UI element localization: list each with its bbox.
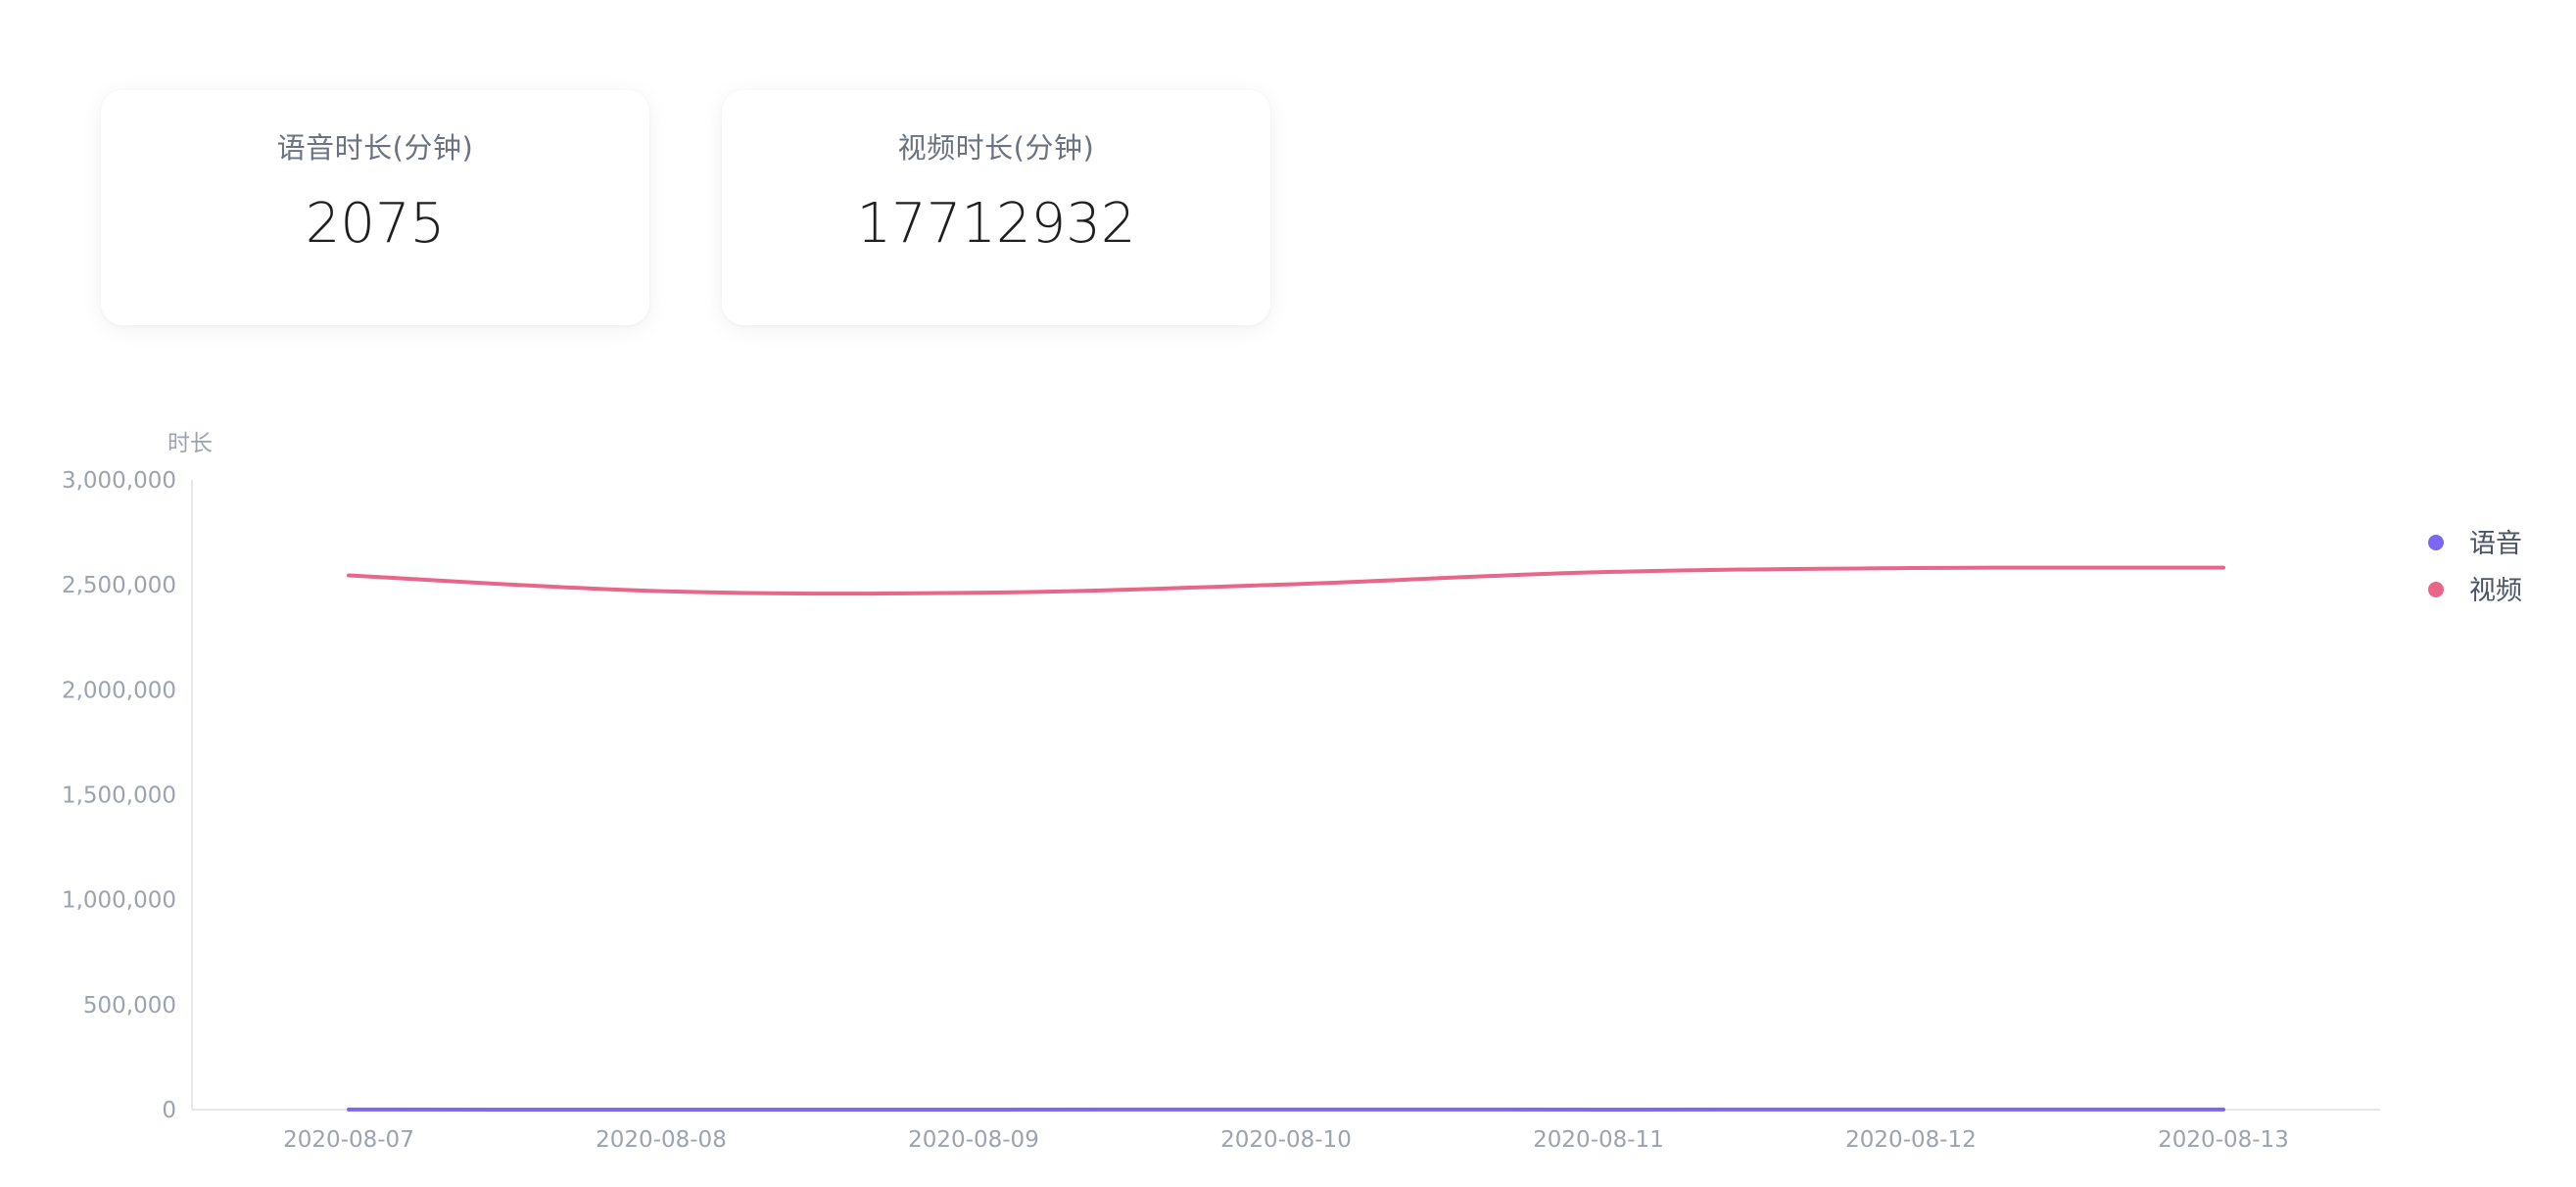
series-line-视频 xyxy=(347,565,2225,596)
dashboard-page: 语音时长(分钟) 2075 视频时长(分钟) 17712932 0 500,000… xyxy=(0,0,2576,1187)
y-tick-label: 500,000 xyxy=(83,993,176,1019)
x-tick-label: 2020-08-12 xyxy=(1845,1127,1977,1153)
y-tick-label: 0 xyxy=(162,1098,176,1123)
y-tick-label: 3,000,000 xyxy=(62,468,176,494)
x-tick-label: 2020-08-08 xyxy=(596,1127,727,1153)
x-tick-label: 2020-08-09 xyxy=(908,1127,1039,1153)
chart-legend[interactable]: 语音视频 xyxy=(2428,529,2522,606)
y-axis-title: 时长 xyxy=(167,431,213,456)
x-tick-label: 2020-08-11 xyxy=(1533,1127,1664,1153)
legend-marker xyxy=(2428,582,2444,597)
x-tick-label: 2020-08-10 xyxy=(1220,1127,1352,1153)
x-tick-label: 2020-08-13 xyxy=(2158,1127,2289,1153)
chart-axes: 0 500,000 1,000,000 1,500,000 2,000,000 2,500… xyxy=(62,431,2380,1153)
legend-label: 语音 xyxy=(2469,529,2522,559)
legend-label: 视频 xyxy=(2469,576,2522,606)
y-tick-label: 2,500,000 xyxy=(62,573,176,598)
duration-line-chart: 0 500,000 1,000,000 1,500,000 2,000,000 2,500… xyxy=(62,431,2522,1153)
chart-series xyxy=(347,565,2225,1112)
x-tick-label: 2020-08-07 xyxy=(283,1127,414,1153)
y-tick-label: 1,500,000 xyxy=(62,783,176,809)
legend-item[interactable]: 语音 xyxy=(2428,529,2522,559)
legend-marker xyxy=(2428,535,2444,550)
y-tick-label: 2,000,000 xyxy=(62,678,176,703)
y-tick-label: 1,000,000 xyxy=(62,888,176,914)
legend-item[interactable]: 视频 xyxy=(2428,576,2522,606)
